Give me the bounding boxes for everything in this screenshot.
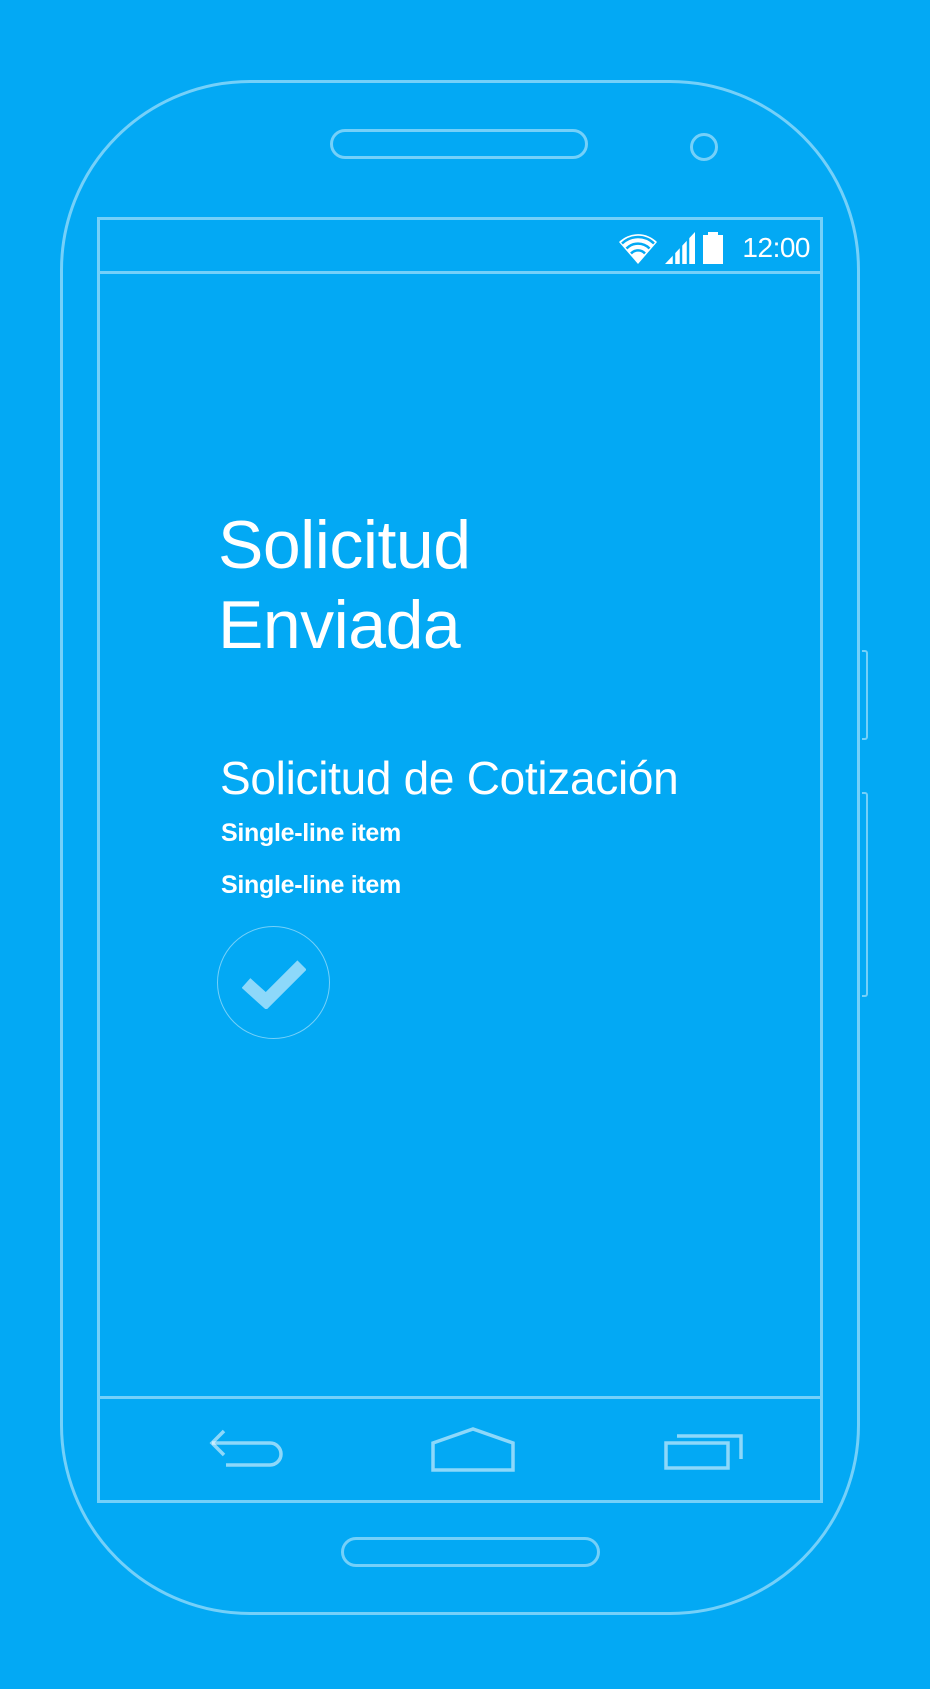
title-line-1: Solicitud: [218, 507, 471, 583]
home-icon[interactable]: [430, 1427, 516, 1473]
volume-button: [862, 650, 868, 740]
page-title: Solicitud Enviada: [218, 505, 471, 665]
list-item: Single-line item: [221, 871, 401, 899]
confirm-button[interactable]: [217, 926, 330, 1039]
title-line-2: Enviada: [218, 587, 461, 663]
status-icons: 12:00: [618, 228, 810, 268]
battery-icon: [703, 232, 724, 264]
recents-icon[interactable]: [663, 1427, 745, 1471]
wifi-icon: [619, 234, 658, 264]
navigation-bar: [100, 1396, 820, 1500]
check-icon: [241, 959, 306, 1009]
power-button: [862, 792, 868, 997]
front-camera: [690, 133, 718, 161]
section-subtitle: Solicitud de Cotización: [220, 752, 679, 804]
status-time: 12:00: [742, 232, 810, 263]
bottom-speaker: [341, 1537, 600, 1567]
earpiece-speaker: [330, 129, 588, 159]
status-bar: 12:00: [100, 220, 820, 274]
screen: 12:00: [97, 217, 823, 1503]
back-icon[interactable]: [208, 1427, 288, 1471]
signal-icon: [665, 232, 696, 265]
list-item: Single-line item: [221, 819, 401, 847]
